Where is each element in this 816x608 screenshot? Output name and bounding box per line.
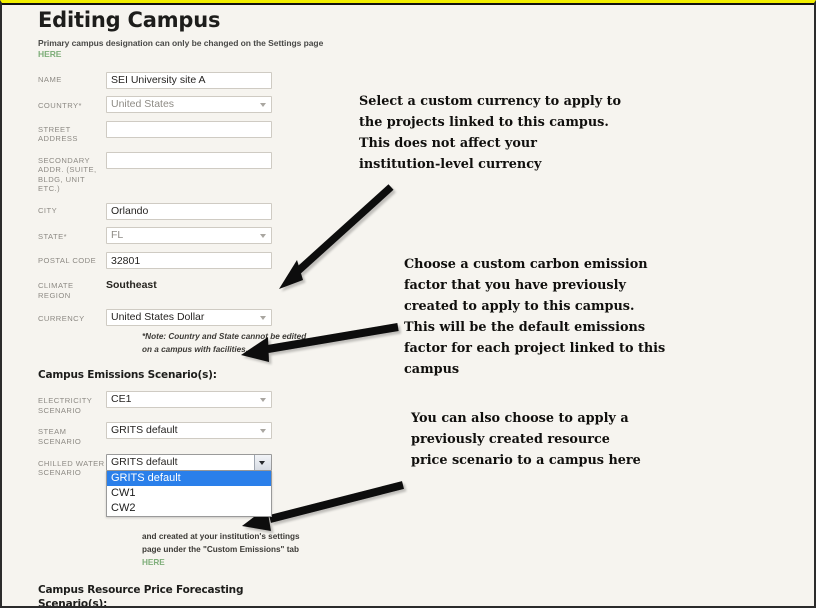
climate-region-value: Southeast: [106, 279, 157, 292]
control-state: FL: [106, 226, 338, 244]
steam-scenario-value: GRITS default: [111, 424, 178, 437]
control-electricity-scenario: CE1: [106, 391, 338, 409]
annotation-price-scenario: You can also choose to apply a previousl…: [411, 411, 641, 468]
chevron-down-icon: [260, 429, 266, 434]
field-row-secondary-address: SECONDARY ADDR. (SUITE, BLDG, UNIT ETC.): [38, 151, 338, 194]
emissions-note-line1: and created at your institution's settin…: [142, 531, 300, 541]
chilled-water-scenario-option-list[interactable]: GRITS default CW1 CW2: [106, 470, 272, 517]
label-secondary-address: SECONDARY ADDR. (SUITE, BLDG, UNIT ETC.): [38, 155, 97, 194]
postal-code-input[interactable]: [106, 252, 272, 270]
steam-scenario-select[interactable]: GRITS default: [106, 422, 272, 440]
emissions-note-line2: page under the "Custom Emissions" tab: [142, 544, 299, 554]
label-electricity-scenario: ELECTRICITY SCENARIO: [38, 396, 93, 415]
pricing-heading-line2: Scenario(s):: [38, 597, 108, 608]
chevron-down-icon: [260, 316, 266, 321]
page-title: Editing Campus: [38, 8, 221, 32]
dropdown-option[interactable]: CW2: [107, 501, 271, 516]
pricing-heading-line1: Campus Resource Price Forecasting: [38, 583, 244, 596]
label-climate-region: CLIMATE REGION: [38, 281, 74, 300]
currency-note: *Note: Country and State cannot be edite…: [142, 330, 332, 356]
control-country: United States: [106, 95, 338, 113]
field-row-steam-scenario: STEAM SCENARIO GRITS default: [38, 422, 338, 446]
label-chilled-water-scenario: CHILLED WATER SCENARIO: [38, 458, 105, 478]
label-name: NAME: [38, 75, 62, 84]
page-subtitle: Primary campus designation can only be c…: [38, 38, 338, 60]
field-row-street-address: STREET ADDRESS: [38, 120, 338, 144]
chilled-water-scenario-select[interactable]: GRITS default: [106, 453, 272, 471]
settings-here-link[interactable]: HERE: [38, 49, 61, 59]
field-row-chilled-water-scenario: CHILLED WATER SCENARIO GRITS default GRI…: [38, 453, 338, 517]
currency-note-line2: on a campus with facilities.: [142, 345, 249, 355]
chevron-down-icon[interactable]: [254, 454, 271, 470]
emissions-section-heading: Campus Emissions Scenario(s):: [38, 369, 217, 382]
name-input[interactable]: [106, 71, 272, 89]
emissions-note: and created at your institution's settin…: [142, 530, 332, 569]
control-steam-scenario: GRITS default: [106, 422, 338, 440]
pricing-section-heading: Campus Resource Price Forecasting Scenar…: [38, 583, 338, 608]
electricity-scenario-select[interactable]: CE1: [106, 391, 272, 409]
control-city: [106, 201, 338, 220]
label-state: STATE*: [38, 231, 67, 241]
field-row-country: COUNTRY* United States: [38, 95, 338, 113]
page-subtitle-text: Primary campus designation can only be c…: [38, 38, 324, 48]
control-secondary-address: [106, 151, 338, 170]
chilled-water-scenario-value: GRITS default: [111, 455, 178, 468]
electricity-scenario-value: CE1: [111, 393, 132, 406]
field-row-postal-code: POSTAL CODE: [38, 251, 338, 270]
annotation-currency: Select a custom currency to apply to the…: [359, 94, 622, 172]
chevron-down-icon: [260, 102, 266, 107]
annotation-emission-factor: Choose a custom carbon emission factor t…: [404, 257, 666, 377]
label-city: CITY: [38, 206, 58, 216]
field-row-name: NAME: [38, 70, 338, 89]
currency-select[interactable]: United States Dollar: [106, 309, 272, 327]
dropdown-option[interactable]: GRITS default: [107, 470, 271, 486]
field-row-climate-region: CLIMATE REGION Southeast: [38, 276, 338, 300]
state-select[interactable]: FL: [106, 226, 272, 244]
label-country: COUNTRY*: [38, 100, 82, 110]
control-name: [106, 70, 338, 89]
dropdown-option[interactable]: CW1: [107, 486, 271, 501]
secondary-address-input[interactable]: [106, 152, 272, 170]
control-currency: United States Dollar: [106, 309, 338, 327]
street-address-input[interactable]: [106, 121, 272, 138]
control-chilled-water-scenario: GRITS default GRITS default CW1 CW2: [106, 453, 338, 517]
field-row-state: STATE* FL: [38, 226, 338, 244]
page-root: Editing Campus Primary campus designatio…: [0, 0, 816, 608]
currency-select-value: United States Dollar: [111, 311, 205, 324]
label-postal-code: POSTAL CODE: [38, 255, 97, 265]
control-climate-region: Southeast: [106, 276, 338, 291]
top-accent-bar: [2, 3, 814, 5]
campus-form: Editing Campus Primary campus designatio…: [38, 7, 338, 608]
state-select-value: FL: [111, 228, 124, 241]
custom-emissions-here-link[interactable]: HERE: [142, 558, 165, 567]
label-steam-scenario: STEAM SCENARIO: [38, 427, 82, 447]
control-postal-code: [106, 251, 338, 270]
currency-note-line1: *Note: Country and State cannot be edite…: [142, 332, 307, 342]
country-select-value: United States: [111, 97, 175, 110]
city-input[interactable]: [106, 202, 272, 220]
field-row-electricity-scenario: ELECTRICITY SCENARIO CE1: [38, 391, 338, 415]
field-row-currency: CURRENCY United States Dollar: [38, 309, 338, 327]
label-street-address: STREET ADDRESS: [38, 124, 78, 144]
country-select[interactable]: United States: [106, 95, 272, 113]
control-street-address: [106, 120, 338, 138]
chevron-down-icon: [260, 233, 266, 238]
field-row-city: CITY: [38, 201, 338, 220]
label-currency: CURRENCY: [38, 314, 85, 324]
chevron-down-icon: [260, 398, 266, 403]
